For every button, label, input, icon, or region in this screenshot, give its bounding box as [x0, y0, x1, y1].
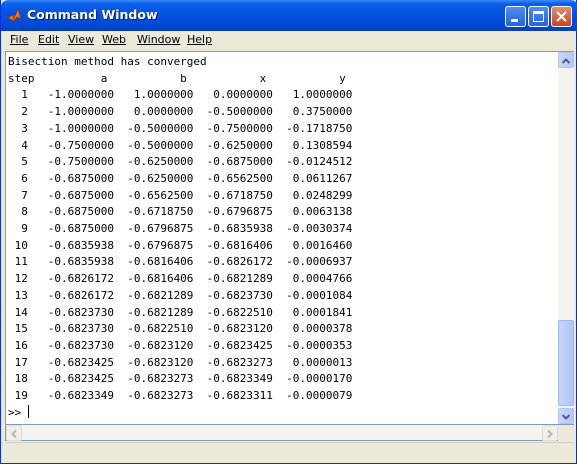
menu-file-label: File	[10, 33, 29, 46]
console-area[interactable]: Bisection method has converged step a b x…	[5, 51, 574, 425]
scrollbar-corner	[558, 425, 574, 441]
scroll-right-button[interactable]	[542, 425, 558, 441]
arrow-right-icon	[547, 429, 553, 439]
close-icon	[556, 11, 567, 22]
table-row: 8 -0.6875000 -0.6718750 -0.6796875 0.006…	[8, 205, 353, 219]
table-row: 2 -1.0000000 0.0000000 -0.5000000 0.3750…	[8, 105, 353, 119]
status-bar	[5, 442, 574, 461]
arrow-down-icon	[561, 414, 571, 420]
table-row: 14 -0.6823730 -0.6821289 -0.6822510 0.00…	[8, 305, 353, 319]
table-row: 19 -0.6823349 -0.6823273 -0.6823311 -0.0…	[8, 389, 353, 403]
table-row: 15 -0.6823730 -0.6822510 -0.6823120 0.00…	[8, 322, 353, 336]
table-row: 17 -0.6823425 -0.6823120 -0.6823273 0.00…	[8, 355, 353, 369]
menu-window[interactable]: Window	[137, 33, 180, 46]
menu-help-label: Help	[187, 33, 213, 46]
scroll-left-button[interactable]	[6, 425, 22, 441]
command-window: Command Window File Edit View Web Window…	[0, 0, 577, 464]
table-row: 1 -1.0000000 1.0000000 0.0000000 1.00000…	[8, 88, 353, 102]
scroll-up-button[interactable]	[558, 52, 574, 68]
console-output: Bisection method has converged step a b x…	[8, 54, 352, 421]
command-prompt: >>	[8, 405, 28, 419]
menu-edit-label: Edit	[38, 33, 60, 46]
close-button[interactable]	[551, 6, 572, 27]
maximize-icon	[533, 11, 544, 22]
vertical-scrollbar[interactable]	[558, 52, 574, 424]
table-row: 6 -0.6875000 -0.6250000 -0.6562500 0.061…	[8, 171, 353, 185]
menu-view[interactable]: View	[68, 33, 94, 46]
table-row: 12 -0.6826172 -0.6816406 -0.6821289 0.00…	[8, 272, 353, 286]
arrow-left-icon	[11, 429, 17, 439]
menu-window-label: Window	[137, 33, 181, 46]
table-row: 18 -0.6823425 -0.6823273 -0.6823349 -0.0…	[8, 372, 353, 386]
menu-web-label: Web	[102, 33, 126, 46]
scrollbar-thumb[interactable]	[558, 320, 574, 406]
text-caret	[27, 404, 29, 418]
menu-help[interactable]: Help	[187, 33, 212, 46]
menu-file[interactable]: File	[10, 33, 28, 46]
matlab-logo-icon	[7, 8, 22, 22]
table-row: 9 -0.6875000 -0.6796875 -0.6835938 -0.00…	[8, 222, 353, 236]
minimize-button[interactable]	[505, 6, 526, 27]
menu-edit[interactable]: Edit	[38, 33, 59, 46]
table-header: step a b x y	[8, 71, 346, 85]
menu-view-label: View	[68, 33, 95, 46]
table-row: 4 -0.7500000 -0.5000000 -0.6250000 0.130…	[8, 138, 353, 152]
table-row: 3 -1.0000000 -0.5000000 -0.7500000 -0.17…	[8, 121, 353, 135]
command-line[interactable]: >>	[8, 404, 352, 422]
arrow-up-icon	[561, 58, 571, 64]
table-row: 11 -0.6835938 -0.6816406 -0.6826172 -0.0…	[8, 255, 353, 269]
scroll-down-button[interactable]	[558, 408, 574, 424]
converged-message: Bisection method has converged	[8, 55, 207, 68]
horizontal-scrollbar[interactable]	[5, 425, 558, 441]
title-bar[interactable]: Command Window	[1, 0, 577, 31]
table-row: 16 -0.6823730 -0.6823120 -0.6823425 -0.0…	[8, 338, 353, 352]
menu-web[interactable]: Web	[102, 33, 126, 46]
table-row: 7 -0.6875000 -0.6562500 -0.6718750 0.024…	[8, 188, 353, 202]
window-title: Command Window	[27, 7, 158, 22]
minimize-icon	[511, 19, 518, 22]
table-row: 10 -0.6835938 -0.6796875 -0.6816406 0.00…	[8, 238, 353, 252]
table-row: 5 -0.7500000 -0.6250000 -0.6875000 -0.01…	[8, 155, 353, 169]
maximize-button[interactable]	[528, 6, 549, 27]
table-row: 13 -0.6826172 -0.6821289 -0.6823730 -0.0…	[8, 288, 353, 302]
menu-bar: File Edit View Web Window Help	[4, 31, 574, 50]
